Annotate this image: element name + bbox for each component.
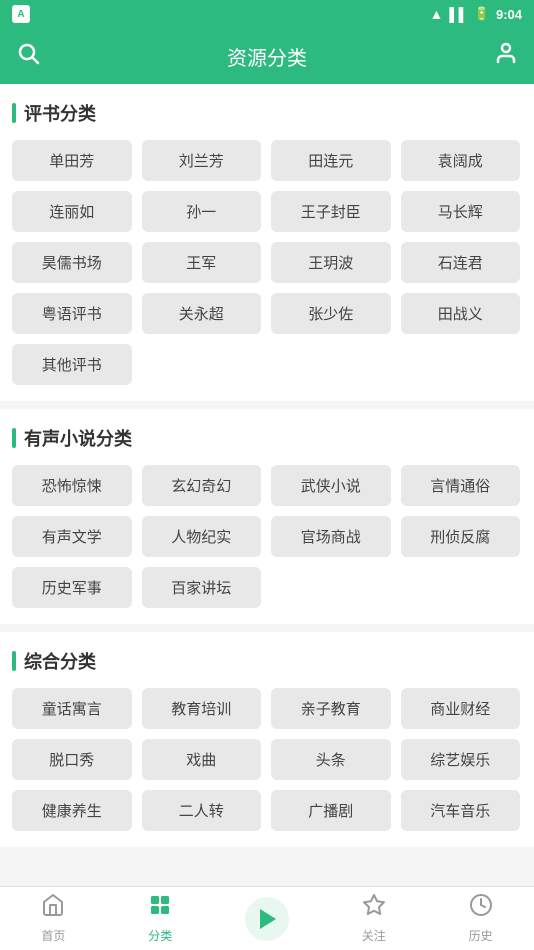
nav-follow[interactable]: 关注 [320,887,427,950]
status-bar: A ▲ ▌▌ 🔋 9:04 [0,0,534,28]
tag-grid-audionovel: 恐怖惊悚 玄幻奇幻 武侠小说 言情通俗 有声文学 人物纪实 官场商战 刑侦反腐 … [12,465,522,616]
tag-item[interactable]: 其他评书 [12,344,132,385]
tag-item[interactable]: 综艺娱乐 [401,739,521,780]
tag-item[interactable]: 粤语评书 [12,293,132,334]
tag-item[interactable]: 田连元 [271,140,391,181]
wifi-icon: ▲ [430,6,444,22]
section-title-pingping: 评书分类 [12,100,522,126]
nav-history-label: 历史 [469,927,493,944]
nav-category-label: 分类 [148,927,172,944]
play-triangle-icon [260,909,276,929]
tag-item[interactable]: 人物纪实 [142,516,262,557]
tag-item[interactable]: 玄幻奇幻 [142,465,262,506]
tag-item[interactable]: 刘兰芳 [142,140,262,181]
section-pingping: 评书分类 单田芳 刘兰芳 田连元 袁阔成 连丽如 孙一 王子封臣 马长辉 昊儒书… [0,84,534,401]
section-title-audionovel: 有声小说分类 [12,425,522,451]
tag-item[interactable]: 石连君 [401,242,521,283]
nav-home[interactable]: 首页 [0,887,107,950]
status-bar-right: ▲ ▌▌ 🔋 9:04 [430,6,523,22]
page-title: 资源分类 [227,42,307,71]
tag-item[interactable]: 汽车音乐 [401,790,521,831]
tag-item[interactable]: 教育培训 [142,688,262,729]
tag-item[interactable]: 王子封臣 [271,191,391,232]
tag-item[interactable]: 官场商战 [271,516,391,557]
status-bar-left: A [12,5,30,23]
grid-icon [148,893,172,923]
tag-item[interactable]: 商业财经 [401,688,521,729]
tag-item[interactable]: 刑侦反腐 [401,516,521,557]
star-icon [362,893,386,923]
home-icon [41,893,65,923]
search-button[interactable] [16,41,40,71]
tag-item[interactable]: 田战义 [401,293,521,334]
tag-item[interactable]: 百家讲坛 [142,567,262,608]
tag-item[interactable]: 戏曲 [142,739,262,780]
tag-item[interactable]: 孙一 [142,191,262,232]
tag-item[interactable]: 历史军事 [12,567,132,608]
tag-item[interactable]: 二人转 [142,790,262,831]
battery-icon: 🔋 [474,6,490,22]
section-audionovel: 有声小说分类 恐怖惊悚 玄幻奇幻 武侠小说 言情通俗 有声文学 人物纪实 官场商… [0,409,534,624]
tag-item[interactable]: 王军 [142,242,262,283]
bottom-nav: 首页 分类 关注 [0,886,534,950]
section-integrated: 综合分类 童话寓言 教育培训 亲子教育 商业财经 脱口秀 戏曲 头条 综艺娱乐 … [0,632,534,847]
clock-icon [469,893,493,923]
signal-bars: ▌▌ [449,7,467,22]
notification-icon: A [12,5,30,23]
tag-item[interactable]: 张少佐 [271,293,391,334]
tag-item[interactable]: 王玥波 [271,242,391,283]
app-header: 资源分类 [0,28,534,84]
tag-item[interactable]: 武侠小说 [271,465,391,506]
tag-item[interactable]: 脱口秀 [12,739,132,780]
tag-item[interactable]: 单田芳 [12,140,132,181]
nav-play[interactable] [214,887,321,950]
tag-item[interactable]: 袁阔成 [401,140,521,181]
tag-item[interactable]: 言情通俗 [401,465,521,506]
nav-history[interactable]: 历史 [427,887,534,950]
tag-item[interactable]: 童话寓言 [12,688,132,729]
tag-item[interactable]: 马长辉 [401,191,521,232]
tag-item[interactable]: 亲子教育 [271,688,391,729]
tag-item[interactable]: 广播剧 [271,790,391,831]
nav-category[interactable]: 分类 [107,887,214,950]
tag-grid-pingping: 单田芳 刘兰芳 田连元 袁阔成 连丽如 孙一 王子封臣 马长辉 昊儒书场 王军 … [12,140,522,393]
tag-item[interactable]: 昊儒书场 [12,242,132,283]
time-display: 9:04 [496,7,522,22]
tag-item[interactable]: 健康养生 [12,790,132,831]
tag-item[interactable]: 连丽如 [12,191,132,232]
tag-item[interactable]: 头条 [271,739,391,780]
main-content: 评书分类 单田芳 刘兰芳 田连元 袁阔成 连丽如 孙一 王子封臣 马长辉 昊儒书… [0,84,534,925]
user-button[interactable] [494,41,518,71]
nav-follow-label: 关注 [362,927,386,944]
tag-item[interactable]: 有声文学 [12,516,132,557]
nav-home-label: 首页 [41,927,65,944]
section-title-integrated: 综合分类 [12,648,522,674]
play-button[interactable] [245,897,289,941]
tag-item[interactable]: 恐怖惊悚 [12,465,132,506]
tag-grid-integrated: 童话寓言 教育培训 亲子教育 商业财经 脱口秀 戏曲 头条 综艺娱乐 健康养生 … [12,688,522,839]
tag-item[interactable]: 关永超 [142,293,262,334]
